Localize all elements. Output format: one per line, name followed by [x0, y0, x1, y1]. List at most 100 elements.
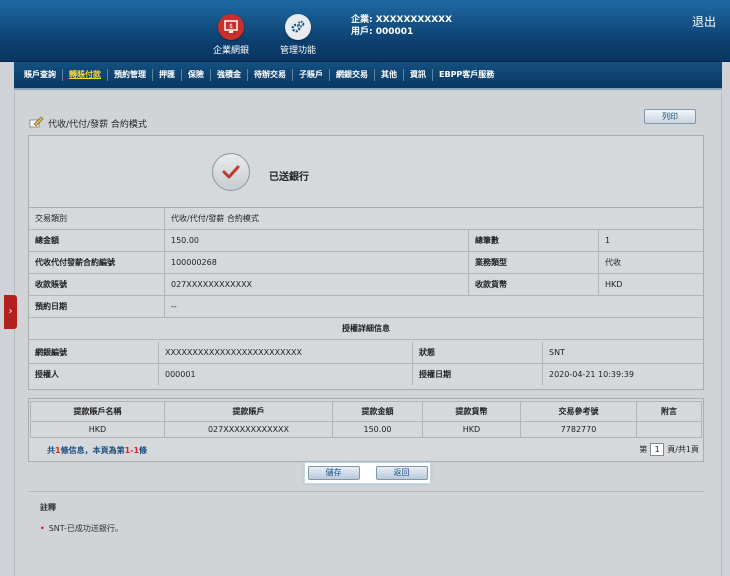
auth-section-title: 授權詳細信息	[342, 324, 390, 333]
page-suffix: 頁/共1頁	[667, 445, 699, 454]
monitor-icon: $	[218, 14, 244, 40]
ebanking-ref-label: 網銀編號	[29, 342, 159, 363]
status-banner: 已送銀行	[29, 136, 703, 208]
contract-no-label: 代收代付發薪合約編號	[29, 252, 165, 273]
nav-insurance[interactable]: 保險	[182, 69, 211, 81]
print-button[interactable]: 列印	[644, 109, 696, 124]
receiving-currency-value: HKD	[605, 280, 623, 289]
receiving-account-label: 收款賬號	[29, 274, 165, 295]
notes-title: 註釋	[40, 503, 56, 512]
user-info: 企業: XXXXXXXXXXX 用戶: 000001	[351, 14, 452, 38]
admin-functions-button[interactable]: 管理功能	[268, 14, 328, 56]
nav-booking-management[interactable]: 預約管理	[108, 69, 153, 81]
total-count-value: 1	[605, 236, 611, 245]
checkmark-icon	[212, 153, 250, 191]
auth-date-label: 授權日期	[413, 364, 543, 385]
summary-prefix: 共	[47, 446, 55, 455]
total-amount-label: 總金額	[29, 230, 165, 251]
summary-middle: 條信息，本頁為第	[60, 446, 125, 455]
transaction-details-panel: 已送銀行 交易類別 代收/代付/發薪 合約模式 總金額 150.00 總筆數 1…	[28, 135, 704, 390]
ebanking-ref-value: XXXXXXXXXXXXXXXXXXXXXXXXX	[159, 342, 413, 363]
nav-bills[interactable]: 押匯	[153, 69, 182, 81]
withdrawal-table: 提款賬戶名稱 提款賬戶 提款金額 提款貨幣 交易參考號 附言 HKD 027XX…	[30, 401, 702, 438]
detail-row: 授權人 000001 授權日期 2020-04-21 10:39:39	[29, 364, 703, 386]
cell-amount: 150.00	[332, 421, 423, 438]
nav-sub-accounts[interactable]: 子賬戶	[293, 69, 330, 81]
pencil-icon	[28, 115, 44, 132]
authorizer-value: 000001	[159, 364, 413, 385]
col-reference: 交易參考號	[520, 401, 637, 422]
gears-icon	[285, 14, 311, 40]
detail-row: 總金額 150.00 總筆數 1	[29, 230, 703, 252]
svg-text:$: $	[229, 23, 233, 30]
status-text: 已送銀行	[269, 172, 309, 183]
cell-account-name: HKD	[30, 421, 165, 438]
trans-type-label: 交易類別	[29, 208, 165, 229]
col-remarks: 附言	[636, 401, 702, 422]
business-type-value: 代收	[605, 258, 621, 267]
note-text: SNT-已成功送銀行。	[48, 524, 123, 533]
detail-row: 代收代付發薪合約編號 100000268 業務類型 代收	[29, 252, 703, 274]
corporate-banking-button[interactable]: $ 企業網銀	[201, 14, 261, 56]
table-row: HKD 027XXXXXXXXXXXX 150.00 HKD 7782770	[30, 421, 702, 438]
divider	[28, 491, 704, 492]
col-account-name: 提款賬戶名稱	[30, 401, 165, 422]
action-bar: 儲存 返回	[304, 462, 431, 484]
back-button[interactable]: 返回	[375, 466, 428, 480]
auth-date-value: 2020-04-21 10:39:39	[549, 370, 634, 379]
nav-pending-transactions[interactable]: 待辦交易	[248, 69, 293, 81]
col-amount: 提款金額	[332, 401, 423, 422]
trans-type-value: 代收/代付/發薪 合約模式	[171, 214, 259, 223]
admin-functions-label: 管理功能	[279, 46, 316, 56]
booking-date-label: 預約日期	[29, 296, 165, 317]
page-title: 代收/代付/發薪 合約模式	[28, 115, 147, 132]
col-account: 提款賬戶	[164, 401, 333, 422]
cell-remarks	[636, 421, 702, 438]
pager: 第 1 頁/共1頁	[639, 443, 699, 456]
authorizer-label: 授權人	[29, 364, 159, 385]
withdrawal-panel: 提款賬戶名稱 提款賬戶 提款金額 提款貨幣 交易參考號 附言 HKD 027XX…	[28, 398, 704, 462]
main-nav: 賬戶查詢 轉賬付款 預約管理 押匯 保險 強積金 待辦交易 子賬戶 網銀交易 其…	[14, 62, 722, 90]
logout-link[interactable]: 退出	[692, 13, 716, 30]
detail-row: 交易類別 代收/代付/發薪 合約模式	[29, 208, 703, 230]
page-prefix: 第	[639, 445, 648, 454]
cell-currency: HKD	[422, 421, 521, 438]
detail-row: 預約日期 --	[29, 296, 703, 318]
nav-ebpp-service[interactable]: EBPP客戶服務	[433, 69, 500, 81]
save-button[interactable]: 儲存	[307, 466, 360, 480]
app-header: $ 企業網銀 管理功能 企業: XXXXXXXXXXX 用戶: 000001 退…	[0, 0, 730, 62]
cell-account: 027XXXXXXXXXXXX	[164, 421, 333, 438]
auth-section-header: 授權詳細信息	[29, 318, 703, 340]
total-count-label: 總筆數	[469, 230, 599, 251]
corporate-banking-label: 企業網銀	[212, 46, 249, 56]
nav-account-inquiry[interactable]: 賬戶查詢	[14, 69, 63, 81]
detail-row: 網銀編號 XXXXXXXXXXXXXXXXXXXXXXXXX 狀態 SNT	[29, 342, 703, 364]
detail-row: 收款賬號 027XXXXXXXXXXXX 收款貨幣 HKD	[29, 274, 703, 296]
records-summary: 共1條信息，本頁為第1-1條	[47, 445, 147, 456]
nav-ebanking-transactions[interactable]: 網銀交易	[330, 69, 375, 81]
chevron-right-icon: ›	[8, 306, 13, 317]
state-value: SNT	[549, 348, 565, 357]
business-type-label: 業務類型	[469, 252, 599, 273]
nav-transfer-payment[interactable]: 轉賬付款	[63, 69, 108, 81]
nav-others[interactable]: 其他	[375, 69, 404, 81]
cell-reference: 7782770	[520, 421, 637, 438]
side-toggle-tab[interactable]: ›	[4, 295, 17, 329]
bullet-icon: •	[40, 524, 45, 533]
table-header-row: 提款賬戶名稱 提款賬戶 提款金額 提款貨幣 交易參考號 附言	[30, 401, 702, 422]
summary-suffix: 條	[139, 446, 148, 455]
nav-mpf[interactable]: 強積金	[211, 69, 248, 81]
nav-information[interactable]: 資訊	[404, 69, 433, 81]
booking-date-value: --	[171, 302, 177, 311]
total-amount-value: 150.00	[165, 230, 469, 251]
receiving-account-value: 027XXXXXXXXXXXX	[165, 274, 469, 295]
page-title-text: 代收/代付/發薪 合約模式	[48, 120, 147, 130]
enterprise-id: 企業: XXXXXXXXXXX	[351, 15, 453, 25]
state-label: 狀態	[413, 342, 543, 363]
page-number-input[interactable]: 1	[650, 443, 665, 456]
note-item: • SNT-已成功送銀行。	[40, 523, 123, 534]
user-id: 用戶: 000001	[351, 27, 414, 37]
record-range: 1-1	[124, 446, 140, 455]
contract-no-value: 100000268	[165, 252, 469, 273]
col-currency: 提款貨幣	[422, 401, 521, 422]
